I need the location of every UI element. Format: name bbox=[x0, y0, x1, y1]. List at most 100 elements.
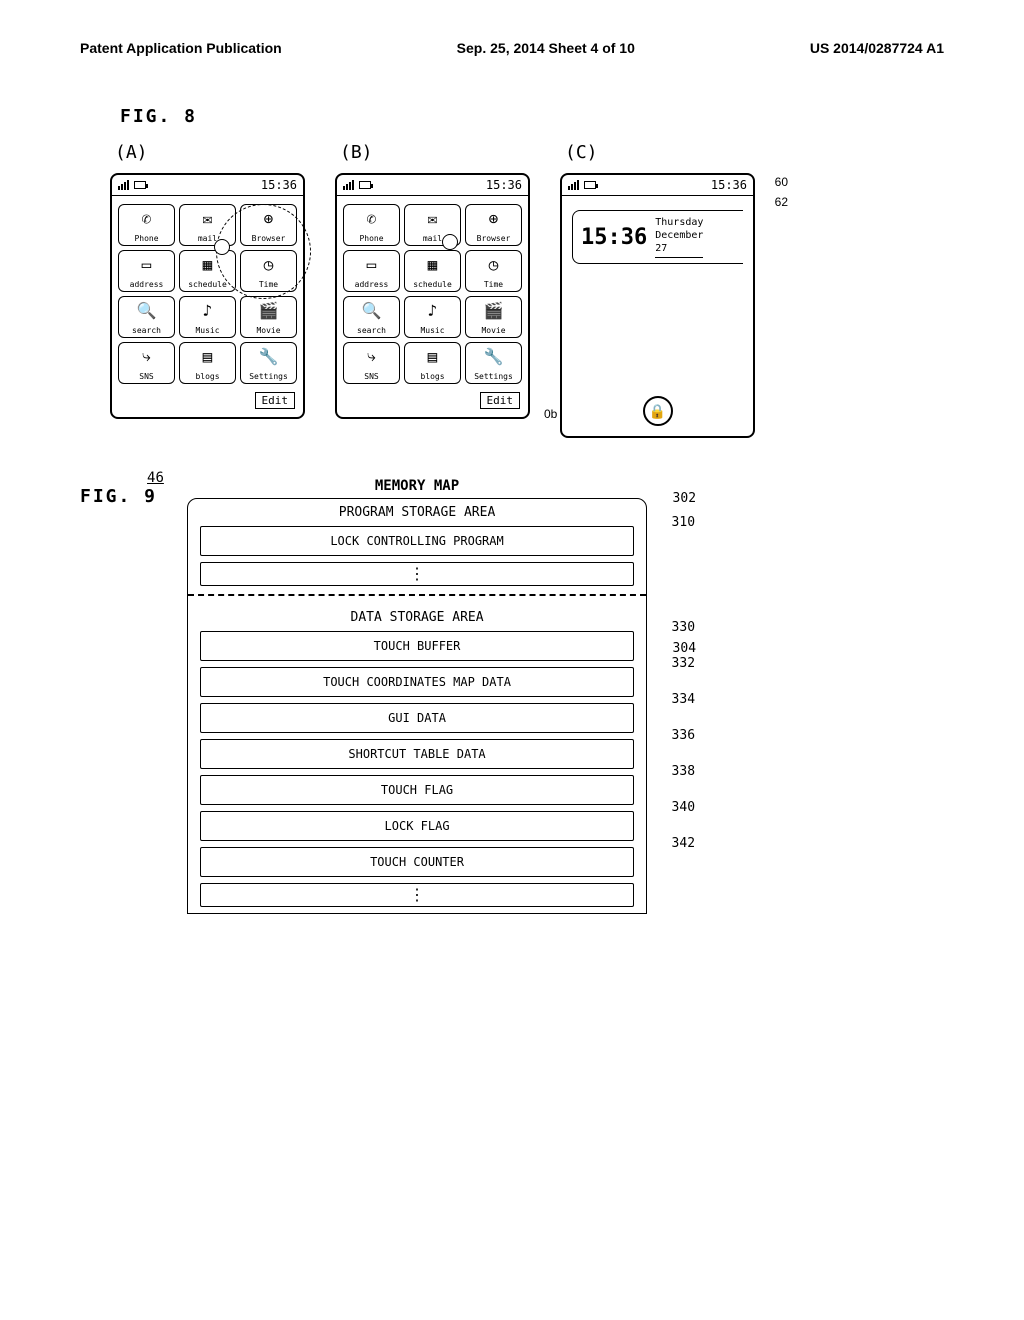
ellipsis: ⋮ bbox=[200, 883, 634, 907]
status-bar: 15:36 bbox=[112, 175, 303, 196]
callout-60: 60 bbox=[775, 175, 788, 189]
area-divider bbox=[188, 594, 646, 596]
search-icon: 🔍 bbox=[137, 299, 157, 321]
status-bar: 15:36 bbox=[562, 175, 753, 196]
lock-button[interactable]: 🔒 bbox=[643, 396, 673, 426]
panel-b-label: (B) bbox=[340, 142, 530, 163]
time-icon: ◷ bbox=[264, 253, 274, 275]
music-icon: ♪ bbox=[203, 299, 213, 321]
ref-342: 342 bbox=[672, 836, 695, 851]
schedule-icon: ▦ bbox=[428, 253, 438, 275]
app-browser[interactable]: ⊕Browser bbox=[465, 204, 522, 246]
app-blogs[interactable]: ▤blogs bbox=[179, 342, 236, 384]
app-sns[interactable]: ⤷SNS bbox=[118, 342, 175, 384]
status-time: 15:36 bbox=[261, 178, 297, 192]
shortcut-table: SHORTCUT TABLE DATA336 bbox=[200, 739, 634, 769]
ref-340: 340 bbox=[672, 800, 695, 815]
app-music[interactable]: ♪Music bbox=[404, 296, 461, 338]
ref-332: 332 bbox=[672, 656, 695, 671]
touch-buffer: TOUCH BUFFER330 bbox=[200, 631, 634, 661]
music-icon: ♪ bbox=[428, 299, 438, 321]
ref-330: 330 bbox=[672, 620, 695, 635]
search-icon: 🔍 bbox=[362, 299, 382, 321]
movie-icon: 🎬 bbox=[259, 299, 279, 321]
figure-8-label: FIG. 8 bbox=[120, 106, 944, 127]
app-search[interactable]: 🔍search bbox=[343, 296, 400, 338]
ellipsis: ⋮ bbox=[200, 562, 634, 586]
panel-c: (C) 60 62 15:36 15:36 Thursday bbox=[560, 142, 755, 438]
panel-b: (B) 15:36 ✆Phone ✉mail ⊕Browser ▭address… bbox=[335, 142, 530, 419]
status-time: 15:36 bbox=[486, 178, 522, 192]
header-right: US 2014/0287724 A1 bbox=[810, 40, 944, 56]
sns-icon: ⤷ bbox=[367, 345, 376, 367]
ref-334: 334 bbox=[672, 692, 695, 707]
memory-map-title: MEMORY MAP bbox=[187, 478, 647, 494]
app-sns[interactable]: ⤷SNS bbox=[343, 342, 400, 384]
time-icon: ◷ bbox=[489, 253, 499, 275]
lock-controlling-program: LOCK CONTROLLING PROGRAM 310 bbox=[200, 526, 634, 556]
ref-338: 338 bbox=[672, 764, 695, 779]
app-browser[interactable]: ⊕Browser bbox=[240, 204, 297, 246]
blogs-icon: ▤ bbox=[428, 345, 438, 367]
gui-data: GUI DATA334 bbox=[200, 703, 634, 733]
phone-icon: ✆ bbox=[367, 207, 377, 229]
mail-icon: ✉ bbox=[428, 207, 438, 229]
ref-304: 304 bbox=[673, 641, 696, 656]
app-time[interactable]: ◷Time bbox=[465, 250, 522, 292]
signal-icon bbox=[118, 180, 129, 190]
program-storage-area: PROGRAM STORAGE AREA bbox=[188, 499, 646, 526]
ref-302: 302 bbox=[673, 491, 696, 506]
header-center: Sep. 25, 2014 Sheet 4 of 10 bbox=[457, 40, 635, 56]
app-phone[interactable]: ✆Phone bbox=[118, 204, 175, 246]
phone-screen-a: 15:36 ✆Phone ✉mail ⊕Browser ▭address ▦sc… bbox=[110, 173, 305, 419]
battery-icon bbox=[134, 181, 146, 189]
publication-header: Patent Application Publication Sep. 25, … bbox=[80, 40, 944, 56]
app-music[interactable]: ♪Music bbox=[179, 296, 236, 338]
settings-icon: 🔧 bbox=[484, 345, 504, 367]
header-left: Patent Application Publication bbox=[80, 40, 282, 56]
touch-coords-map: TOUCH COORDINATES MAP DATA332 bbox=[200, 667, 634, 697]
phone-screen-c: 60 62 15:36 15:36 Thursday December bbox=[560, 173, 755, 438]
app-movie[interactable]: 🎬Movie bbox=[240, 296, 297, 338]
memory-map-box: 302 PROGRAM STORAGE AREA LOCK CONTROLLIN… bbox=[187, 498, 647, 914]
blogs-icon: ▤ bbox=[203, 345, 213, 367]
app-address[interactable]: ▭address bbox=[118, 250, 175, 292]
app-blogs[interactable]: ▤blogs bbox=[404, 342, 461, 384]
app-schedule[interactable]: ▦schedule bbox=[179, 250, 236, 292]
panel-a-label: (A) bbox=[115, 142, 305, 163]
mail-icon: ✉ bbox=[203, 207, 213, 229]
battery-icon bbox=[359, 181, 371, 189]
app-grid-a: ✆Phone ✉mail ⊕Browser ▭address ▦schedule… bbox=[112, 196, 303, 392]
lock-icon: 🔒 bbox=[649, 403, 666, 420]
address-icon: ▭ bbox=[142, 253, 152, 275]
app-schedule[interactable]: ▦schedule bbox=[404, 250, 461, 292]
app-address[interactable]: ▭address bbox=[343, 250, 400, 292]
phone-icon: ✆ bbox=[142, 207, 152, 229]
data-storage-area: DATA STORAGE AREA bbox=[188, 604, 646, 631]
app-settings[interactable]: 🔧Settings bbox=[240, 342, 297, 384]
page: Patent Application Publication Sep. 25, … bbox=[0, 0, 1024, 954]
app-time[interactable]: ◷Time bbox=[240, 250, 297, 292]
app-settings[interactable]: 🔧Settings bbox=[465, 342, 522, 384]
status-bar: 15:36 bbox=[337, 175, 528, 196]
browser-icon: ⊕ bbox=[489, 207, 499, 229]
status-time: 15:36 bbox=[711, 178, 747, 192]
figure-9-label: FIG. 9 bbox=[80, 486, 157, 507]
clock-time: 15:36 bbox=[581, 225, 647, 250]
touch-flag: TOUCH FLAG338 bbox=[200, 775, 634, 805]
edit-button[interactable]: Edit bbox=[480, 392, 521, 409]
app-movie[interactable]: 🎬Movie bbox=[465, 296, 522, 338]
figure-9: FIG. 9 46 MEMORY MAP 302 PROGRAM STORAGE… bbox=[80, 478, 944, 914]
settings-icon: 🔧 bbox=[259, 345, 279, 367]
app-mail[interactable]: ✉mail bbox=[179, 204, 236, 246]
edit-button[interactable]: Edit bbox=[255, 392, 296, 409]
touch-point-a bbox=[214, 239, 230, 255]
sns-icon: ⤷ bbox=[142, 345, 151, 367]
movie-icon: 🎬 bbox=[484, 299, 504, 321]
panel-a: (A) 15:36 ✆Phone ✉mail ⊕Browser ▭address… bbox=[110, 142, 305, 419]
battery-icon bbox=[584, 181, 596, 189]
phone-screen-b: 15:36 ✆Phone ✉mail ⊕Browser ▭address ▦sc… bbox=[335, 173, 530, 419]
app-search[interactable]: 🔍search bbox=[118, 296, 175, 338]
schedule-icon: ▦ bbox=[203, 253, 213, 275]
app-phone[interactable]: ✆Phone bbox=[343, 204, 400, 246]
